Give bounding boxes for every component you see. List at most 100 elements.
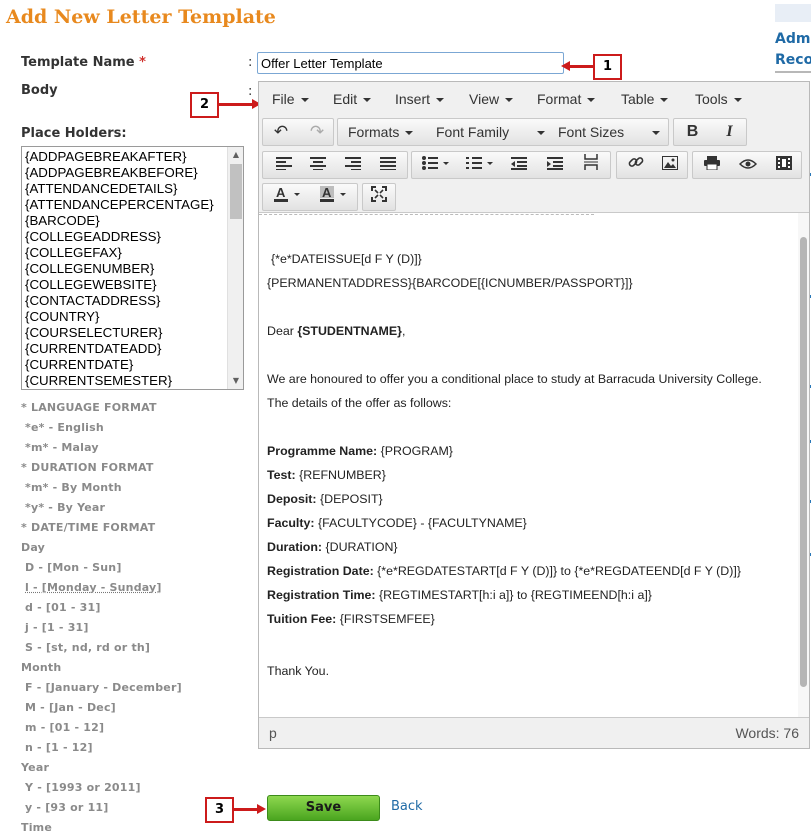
align-right-icon[interactable] xyxy=(336,152,370,178)
salutation-text: Dear xyxy=(267,324,298,338)
svg-text:A: A xyxy=(276,186,286,200)
image-icon[interactable] xyxy=(653,152,687,178)
fullscreen-icon[interactable] xyxy=(363,184,395,210)
chevron-down-icon xyxy=(405,131,414,136)
menu-tools[interactable]: Tools xyxy=(695,91,742,107)
sidebar-header-bar xyxy=(775,4,811,22)
chevron-down-icon xyxy=(587,98,596,103)
placeholders-list: {ADDPAGEBREAKAFTER} {ADDPAGEBREAKBEFORE}{… xyxy=(25,149,225,389)
placeholder-option[interactable]: {COLLEGEWEBSITE} xyxy=(25,277,225,293)
offer-field: Deposit: {DEPOSIT} xyxy=(267,492,383,506)
colon: : xyxy=(248,84,253,99)
menu-edit[interactable]: Edit xyxy=(333,91,372,107)
menu-insert[interactable]: Insert xyxy=(395,91,445,107)
back-link[interactable]: Back xyxy=(391,799,423,814)
template-name-input[interactable] xyxy=(257,52,564,74)
dropdown-label: Font Sizes xyxy=(558,124,625,140)
offer-field-value: {FACULTYCODE} - {FACULTYNAME} xyxy=(314,516,527,530)
scroll-down-icon[interactable]: ▼ xyxy=(228,373,243,389)
text-color-icon[interactable]: A xyxy=(267,184,311,210)
italic-button[interactable]: I xyxy=(711,119,748,145)
preview-eye-icon[interactable] xyxy=(731,152,765,178)
formats-dropdown[interactable]: Formats xyxy=(348,119,414,145)
format-help-line: *m* - By Month xyxy=(25,481,122,494)
editor-content[interactable]: {*e*DATEISSUE[d F Y (D)]} {PERMANENTADDR… xyxy=(259,212,809,717)
menu-file[interactable]: File xyxy=(272,91,309,107)
format-help-line: M - [Jan - Dec] xyxy=(25,701,116,714)
dropdown-label: Formats xyxy=(348,124,400,140)
placeholder-option[interactable]: {ADDPAGEBREAKBEFORE} xyxy=(25,165,225,181)
salutation-line: Dear {STUDENTNAME}, xyxy=(267,324,405,338)
placeholder-option[interactable]: {BARCODE} xyxy=(25,213,225,229)
fullscreen-group xyxy=(362,183,396,211)
required-mark: * xyxy=(139,55,146,70)
placeholder-option[interactable]: {COUNTRY} xyxy=(25,309,225,325)
media-icon[interactable] xyxy=(767,152,801,178)
menu-view[interactable]: View xyxy=(469,91,514,107)
chevron-down-icon xyxy=(300,98,309,103)
placeholder-option[interactable]: {ATTENDANCEPERCENTAGE} xyxy=(25,197,225,213)
font-sizes-dropdown[interactable]: Font Sizes xyxy=(558,119,661,145)
chevron-down-icon xyxy=(505,98,514,103)
format-help-line: * DATE/TIME FORMAT xyxy=(21,521,156,534)
placeholder-option[interactable]: {COLLEGENUMBER} xyxy=(25,261,225,277)
numbered-list-icon[interactable] xyxy=(460,152,500,178)
align-justify-icon[interactable] xyxy=(371,152,405,178)
sidebar-link-records[interactable]: Reco xyxy=(775,52,811,68)
align-center-icon[interactable] xyxy=(301,152,335,178)
rich-text-editor[interactable]: File Edit Insert View Format Table Tools… xyxy=(258,81,810,749)
placeholder-option[interactable]: {COLLEGEADDRESS} xyxy=(25,229,225,245)
scroll-up-icon[interactable]: ▲ xyxy=(228,147,243,163)
menu-table[interactable]: Table xyxy=(621,91,669,107)
placeholders-listbox[interactable]: {ADDPAGEBREAKAFTER} {ADDPAGEBREAKBEFORE}{… xyxy=(21,146,244,390)
print-icon[interactable] xyxy=(695,152,729,178)
link-icon[interactable] xyxy=(619,152,653,178)
page-break-icon[interactable] xyxy=(574,152,608,178)
template-name-label-text: Template Name xyxy=(21,55,135,70)
scroll-thumb[interactable] xyxy=(230,164,242,219)
redo-icon[interactable]: ↷ xyxy=(299,119,335,145)
background-color-icon[interactable]: A xyxy=(313,184,357,210)
placeholder-option[interactable]: {CURRENTDATE} xyxy=(25,357,225,373)
placeholder-option[interactable]: {CONTACTADDRESS} xyxy=(25,293,225,309)
outdent-icon[interactable] xyxy=(502,152,536,178)
callout-arrow-line xyxy=(569,65,593,68)
placeholder-option[interactable]: {COLLEGEFAX} xyxy=(25,245,225,261)
bullet-list-icon[interactable] xyxy=(416,152,456,178)
format-help-line: D - [Mon - Sun] xyxy=(25,561,122,574)
placeholder-option[interactable]: {CURRENTDATEADD} xyxy=(25,341,225,357)
font-family-dropdown[interactable]: Font Family xyxy=(436,119,546,145)
scroll-thumb[interactable] xyxy=(800,237,807,687)
svg-text:A: A xyxy=(322,186,332,200)
page-break-line xyxy=(259,214,594,216)
callout-1: 1 xyxy=(593,54,622,80)
placeholders-label: Place Holders: xyxy=(21,126,127,141)
placeholder-option[interactable]: {CURRENTSEMESTER} xyxy=(25,373,225,389)
bold-button[interactable]: B xyxy=(674,119,711,145)
offer-field-value: {DURATION} xyxy=(322,540,398,554)
salutation-comma: , xyxy=(401,324,406,338)
menu-format[interactable]: Format xyxy=(537,91,596,107)
offer-field-value: {REGTIMESTART[h:i a]} to {REGTIMEEND[h:i… xyxy=(375,588,652,602)
offer-details-intro: The details of the offer as follows: xyxy=(267,396,452,410)
offer-paragraph: We are honoured to offer you a condition… xyxy=(267,372,762,386)
placeholder-option[interactable]: {ATTENDANCEDETAILS} xyxy=(25,181,225,197)
offer-field-value: {REFNUMBER} xyxy=(295,468,386,482)
callout-2: 2 xyxy=(190,92,219,118)
indent-icon[interactable] xyxy=(538,152,572,178)
word-count: Words: 76 xyxy=(735,725,799,741)
save-button[interactable]: Save xyxy=(267,795,380,821)
sidebar-divider xyxy=(775,71,811,73)
placeholder-option[interactable]: {ADDPAGEBREAKAFTER} xyxy=(25,149,225,165)
callout-arrow-line xyxy=(234,808,258,811)
sidebar-link-admin[interactable]: Adm xyxy=(775,31,810,47)
menu-label: Edit xyxy=(333,91,358,107)
align-left-icon[interactable] xyxy=(267,152,301,178)
placeholders-scrollbar[interactable]: ▲ ▼ xyxy=(227,147,243,389)
editor-scrollbar[interactable] xyxy=(798,213,809,717)
element-path[interactable]: p xyxy=(269,725,277,741)
dropdown-label: Font Family xyxy=(436,124,510,140)
placeholder-option[interactable]: {COURSELECTURER} xyxy=(25,325,225,341)
undo-icon[interactable]: ↶ xyxy=(263,119,299,145)
menu-label: Table xyxy=(621,91,655,107)
